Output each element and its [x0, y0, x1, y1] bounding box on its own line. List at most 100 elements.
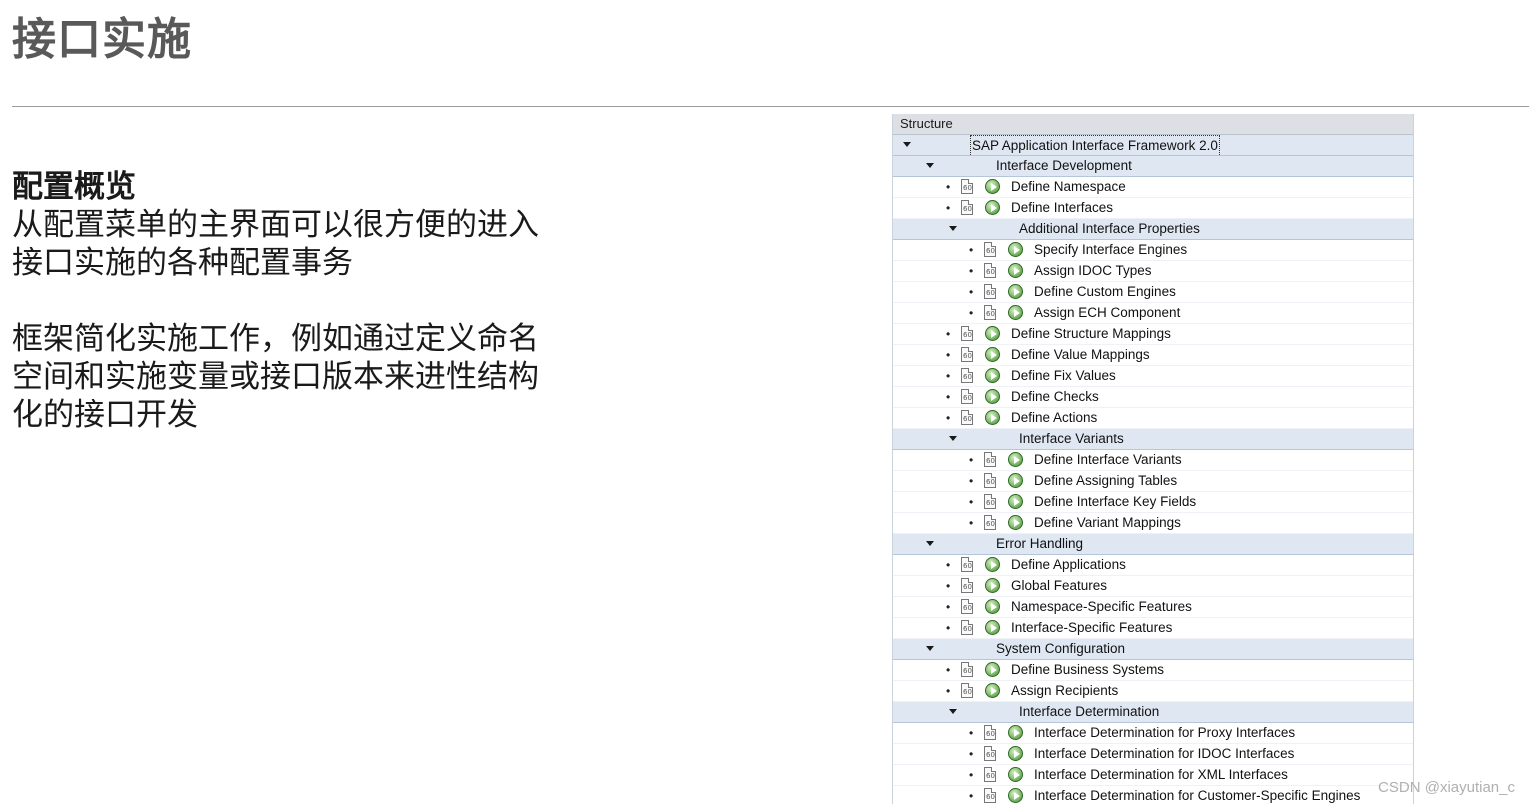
triangle-down-icon[interactable] [903, 142, 911, 147]
execute-clock-icon[interactable] [1008, 263, 1023, 278]
bullet-icon: • [946, 558, 951, 572]
execute-clock-icon[interactable] [1008, 305, 1023, 320]
execute-clock-icon[interactable] [985, 368, 1000, 383]
document-icon[interactable] [961, 620, 973, 635]
bullet-icon: • [969, 495, 974, 509]
execute-clock-icon[interactable] [1008, 494, 1023, 509]
tree-header: Structure [893, 114, 1413, 135]
execute-clock-icon[interactable] [1008, 515, 1023, 530]
document-icon[interactable] [961, 557, 973, 572]
tree-leaf-node[interactable]: • Define Fix Values [893, 366, 1413, 387]
document-icon[interactable] [961, 599, 973, 614]
document-icon[interactable] [984, 788, 996, 803]
triangle-down-icon[interactable] [926, 163, 934, 168]
execute-clock-icon[interactable] [985, 557, 1000, 572]
document-icon[interactable] [984, 725, 996, 740]
execute-clock-icon[interactable] [985, 389, 1000, 404]
document-icon[interactable] [984, 473, 996, 488]
execute-clock-icon[interactable] [985, 578, 1000, 593]
document-icon[interactable] [984, 767, 996, 782]
tree-node-label: Define Interface Variants [1034, 452, 1182, 467]
tree-node-label: Define Interface Key Fields [1034, 494, 1197, 509]
document-icon[interactable] [961, 389, 973, 404]
execute-clock-icon[interactable] [985, 179, 1000, 194]
tree-leaf-node[interactable]: • Define Interfaces [893, 198, 1413, 219]
execute-clock-icon[interactable] [985, 200, 1000, 215]
tree-folder-node[interactable]: SAP Application Interface Framework 2.0 [893, 135, 1413, 157]
document-icon[interactable] [984, 515, 996, 530]
execute-clock-icon[interactable] [1008, 725, 1023, 740]
tree-leaf-node[interactable]: • Define Interface Variants [893, 450, 1413, 471]
execute-clock-icon[interactable] [1008, 788, 1023, 803]
document-icon[interactable] [961, 578, 973, 593]
execute-clock-icon[interactable] [1008, 242, 1023, 257]
tree-leaf-node[interactable]: • Assign ECH Component [893, 303, 1413, 324]
execute-clock-icon[interactable] [985, 347, 1000, 362]
document-icon[interactable] [984, 746, 996, 761]
tree-leaf-node[interactable]: • Define Variant Mappings [893, 513, 1413, 534]
tree-leaf-node[interactable]: • Specify Interface Engines [893, 240, 1413, 261]
execute-clock-icon[interactable] [985, 662, 1000, 677]
section-heading: 配置概览 [12, 169, 136, 205]
paragraph-1-line-2: 接口实施的各种配置事务 [12, 245, 353, 281]
document-icon[interactable] [984, 305, 996, 320]
execute-clock-icon[interactable] [1008, 473, 1023, 488]
tree-leaf-node[interactable]: • Interface Determination for Customer-Sp… [893, 786, 1413, 804]
execute-clock-icon[interactable] [985, 683, 1000, 698]
triangle-down-icon[interactable] [949, 709, 957, 714]
document-icon[interactable] [984, 242, 996, 257]
tree-leaf-node[interactable]: • Define Applications [893, 555, 1413, 576]
execute-clock-icon[interactable] [1008, 284, 1023, 299]
tree-folder-node[interactable]: Additional Interface Properties [893, 219, 1413, 240]
tree-folder-node[interactable]: Interface Determination [893, 702, 1413, 723]
tree-leaf-node[interactable]: • Assign Recipients [893, 681, 1413, 702]
document-icon[interactable] [961, 368, 973, 383]
tree-leaf-node[interactable]: • Assign IDOC Types [893, 261, 1413, 282]
document-icon[interactable] [984, 284, 996, 299]
tree-leaf-node[interactable]: • Define Value Mappings [893, 345, 1413, 366]
execute-clock-icon[interactable] [1008, 452, 1023, 467]
tree-leaf-node[interactable]: • Define Structure Mappings [893, 324, 1413, 345]
document-icon[interactable] [961, 200, 973, 215]
triangle-down-icon[interactable] [926, 541, 934, 546]
tree-leaf-node[interactable]: • Define Custom Engines [893, 282, 1413, 303]
tree-leaf-node[interactable]: • Namespace-Specific Features [893, 597, 1413, 618]
tree-leaf-node[interactable]: • Global Features [893, 576, 1413, 597]
document-icon[interactable] [961, 347, 973, 362]
execute-clock-icon[interactable] [1008, 767, 1023, 782]
tree-leaf-node[interactable]: • Define Actions [893, 408, 1413, 429]
document-icon[interactable] [961, 662, 973, 677]
bullet-icon: • [946, 390, 951, 404]
tree-node-label: Interface Determination [1019, 704, 1160, 719]
document-icon[interactable] [961, 410, 973, 425]
execute-clock-icon[interactable] [985, 326, 1000, 341]
document-icon[interactable] [984, 494, 996, 509]
document-icon[interactable] [961, 179, 973, 194]
tree-leaf-node[interactable]: • Interface-Specific Features [893, 618, 1413, 639]
triangle-down-icon[interactable] [949, 436, 957, 441]
tree-leaf-node[interactable]: • Define Checks [893, 387, 1413, 408]
tree-leaf-node[interactable]: • Define Assigning Tables [893, 471, 1413, 492]
tree-folder-node[interactable]: Interface Development [893, 156, 1413, 177]
tree-leaf-node[interactable]: • Define Namespace [893, 177, 1413, 198]
tree-leaf-node[interactable]: • Define Business Systems [893, 660, 1413, 681]
document-icon[interactable] [984, 263, 996, 278]
document-icon[interactable] [961, 683, 973, 698]
tree-leaf-node[interactable]: • Define Interface Key Fields [893, 492, 1413, 513]
document-icon[interactable] [984, 452, 996, 467]
tree-folder-node[interactable]: System Configuration [893, 639, 1413, 660]
triangle-down-icon[interactable] [926, 646, 934, 651]
tree-node-label: Assign IDOC Types [1034, 263, 1152, 278]
execute-clock-icon[interactable] [985, 599, 1000, 614]
tree-folder-node[interactable]: Interface Variants [893, 429, 1413, 450]
bullet-icon: • [946, 600, 951, 614]
document-icon[interactable] [961, 326, 973, 341]
execute-clock-icon[interactable] [1008, 746, 1023, 761]
execute-clock-icon[interactable] [985, 410, 1000, 425]
triangle-down-icon[interactable] [949, 226, 957, 231]
tree-folder-node[interactable]: Error Handling [893, 534, 1413, 555]
tree-leaf-node[interactable]: • Interface Determination for Proxy Inter… [893, 723, 1413, 744]
execute-clock-icon[interactable] [985, 620, 1000, 635]
tree-leaf-node[interactable]: • Interface Determination for XML Interfa… [893, 765, 1413, 786]
tree-leaf-node[interactable]: • Interface Determination for IDOC Interf… [893, 744, 1413, 765]
